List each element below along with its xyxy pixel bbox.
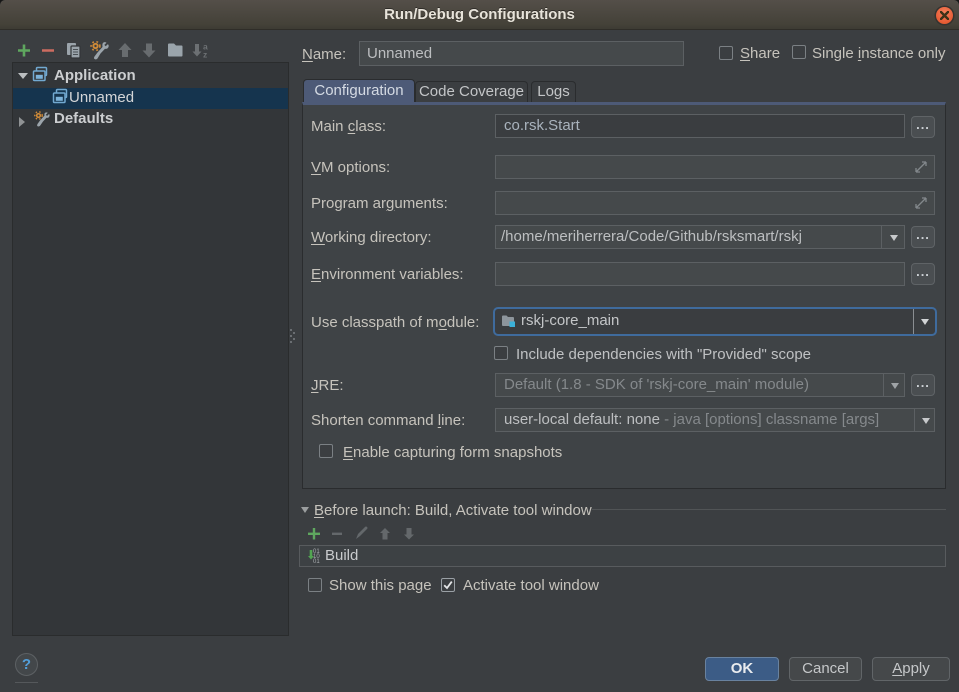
svg-text:01: 01: [313, 559, 320, 565]
svg-text:z: z: [203, 50, 207, 60]
